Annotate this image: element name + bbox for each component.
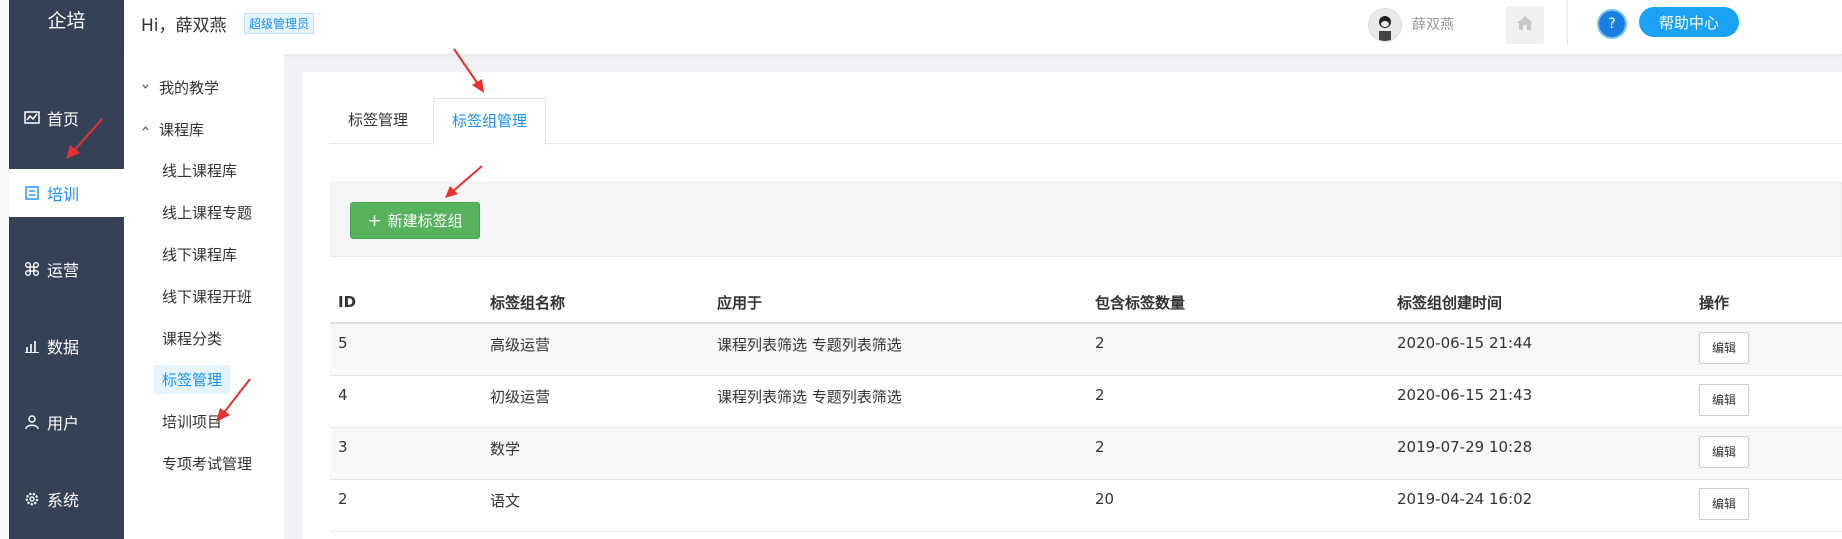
cell-created: 2019-07-29 10:28 xyxy=(1389,427,1691,480)
nav-item-label: 用户 xyxy=(47,414,80,433)
column-header-actions: 操作 xyxy=(1691,282,1842,324)
command-icon xyxy=(23,260,41,278)
subnav-group-my-teaching[interactable]: 我的教学 xyxy=(141,77,219,98)
home-icon xyxy=(1515,13,1535,37)
chevron-up-icon xyxy=(141,123,153,136)
subnav-item-online-topics[interactable]: 线上课程专题 xyxy=(154,198,260,227)
top-header: Hi，薛双燕 超级管理员 薛双燕 ? 帮助中心 xyxy=(124,0,1842,54)
tag-group-table: ID 标签组名称 应用于 包含标签数量 标签组创建时间 操作 5 高级运营 课程… xyxy=(330,282,1842,532)
cell-count: 2 xyxy=(1087,323,1389,376)
tab-tag-management[interactable]: 标签管理 xyxy=(330,98,426,142)
table-row: 3 数学 2 2019-07-29 10:28 编辑 xyxy=(330,427,1842,480)
subnav-group-label: 我的教学 xyxy=(159,79,220,97)
cell-actions: 编辑 xyxy=(1691,375,1842,428)
subnav-item-offline-classes[interactable]: 线下课程开班 xyxy=(154,282,260,311)
column-header-applied: 应用于 xyxy=(709,282,1087,324)
user-icon xyxy=(23,413,41,431)
column-header-id: ID xyxy=(330,282,482,324)
main-panel: 标签管理 标签组管理 + 新建标签组 ID 标签组名称 应用于 包含标签数量 标… xyxy=(302,72,1842,539)
subnav-item-exam-management[interactable]: 专项考试管理 xyxy=(154,449,260,478)
secondary-sidebar: 我的教学 课程库 线上课程库 线上课程专题 线下课程库 线下课程开班 课程分类 … xyxy=(124,54,284,539)
subnav-item-offline-courses[interactable]: 线下课程库 xyxy=(154,240,245,269)
home-button[interactable] xyxy=(1506,6,1544,44)
table-row: 4 初级运营 课程列表筛选 专题列表筛选 2 2020-06-15 21:43 … xyxy=(330,375,1842,428)
avatar[interactable] xyxy=(1368,8,1402,42)
nav-item-users[interactable]: 用户 xyxy=(9,398,124,446)
main-sidebar: 企培 首页 培训 运营 数据 用户 系统 xyxy=(0,0,124,539)
nav-item-home[interactable]: 首页 xyxy=(9,94,124,142)
tab-tag-group-management[interactable]: 标签组管理 xyxy=(433,98,547,145)
cell-actions: 编辑 xyxy=(1691,323,1842,376)
subnav-group-label: 课程库 xyxy=(159,121,205,139)
subnav-item-course-categories[interactable]: 课程分类 xyxy=(154,324,230,353)
nav-item-data[interactable]: 数据 xyxy=(9,322,124,370)
tab-bar: 标签管理 标签组管理 xyxy=(330,98,1842,145)
book-icon xyxy=(23,184,41,202)
chart-icon xyxy=(23,337,41,355)
cell-id: 2 xyxy=(330,479,482,532)
cell-name: 初级运营 xyxy=(482,375,709,428)
subnav-item-tag-management[interactable]: 标签管理 xyxy=(154,365,231,394)
subnav-item-training-projects[interactable]: 培训项目 xyxy=(154,407,230,436)
edit-button[interactable]: 编辑 xyxy=(1699,332,1749,364)
nav-item-operations[interactable]: 运营 xyxy=(9,245,124,293)
chevron-down-icon xyxy=(141,81,153,94)
cell-count: 2 xyxy=(1087,427,1389,480)
cell-name: 语文 xyxy=(482,479,709,532)
table-row: 2 语文 20 2019-04-24 16:02 编辑 xyxy=(330,479,1842,532)
cell-applied xyxy=(709,479,1087,532)
subnav-group-course-library[interactable]: 课程库 xyxy=(141,119,204,140)
cell-id: 3 xyxy=(330,427,482,480)
toolbar: + 新建标签组 xyxy=(330,182,1842,257)
new-tag-group-button[interactable]: + 新建标签组 xyxy=(350,202,480,239)
edit-button[interactable]: 编辑 xyxy=(1699,383,1749,416)
header-divider xyxy=(1567,0,1568,45)
sidebar-edge xyxy=(0,0,9,539)
cell-applied: 课程列表筛选 专题列表筛选 xyxy=(709,323,1087,376)
table-row: 5 高级运营 课程列表筛选 专题列表筛选 2 2020-06-15 21:44 … xyxy=(330,323,1842,376)
column-header-count: 包含标签数量 xyxy=(1087,282,1389,324)
plus-icon: + xyxy=(367,210,382,231)
cell-name: 高级运营 xyxy=(482,323,709,376)
nav-item-training[interactable]: 培训 xyxy=(9,169,124,217)
edit-button[interactable]: 编辑 xyxy=(1699,487,1749,520)
cell-id: 5 xyxy=(330,323,482,376)
nav-item-system[interactable]: 系统 xyxy=(9,475,124,523)
edit-button[interactable]: 编辑 xyxy=(1699,435,1749,468)
cell-name: 数学 xyxy=(482,427,709,480)
cell-applied xyxy=(709,427,1087,480)
cell-applied: 课程列表筛选 专题列表筛选 xyxy=(709,375,1087,428)
subnav-item-online-courses[interactable]: 线上课程库 xyxy=(154,156,245,185)
dashboard-icon xyxy=(23,109,41,127)
cell-count: 2 xyxy=(1087,375,1389,428)
nav-item-label: 运营 xyxy=(47,261,80,280)
role-badge: 超级管理员 xyxy=(244,13,315,34)
cell-count: 20 xyxy=(1087,479,1389,532)
table-header-row: ID 标签组名称 应用于 包含标签数量 标签组创建时间 操作 xyxy=(330,282,1842,324)
app-logo[interactable]: 企培 xyxy=(9,0,124,45)
new-tag-group-label: 新建标签组 xyxy=(387,212,463,230)
cell-created: 2020-06-15 21:43 xyxy=(1389,375,1691,428)
cell-id: 4 xyxy=(330,375,482,428)
cell-actions: 编辑 xyxy=(1691,427,1842,480)
cell-created: 2019-04-24 16:02 xyxy=(1389,479,1691,532)
column-header-name: 标签组名称 xyxy=(482,282,709,324)
help-icon[interactable]: ? xyxy=(1597,9,1627,39)
help-center-button[interactable]: 帮助中心 xyxy=(1639,7,1739,37)
nav-item-label: 培训 xyxy=(47,185,80,204)
column-header-created: 标签组创建时间 xyxy=(1389,282,1691,324)
greeting-text: Hi，薛双燕 xyxy=(141,16,227,36)
cell-actions: 编辑 xyxy=(1691,479,1842,532)
nav-item-label: 数据 xyxy=(47,338,80,357)
cell-created: 2020-06-15 21:44 xyxy=(1389,323,1691,376)
username-label[interactable]: 薛双燕 xyxy=(1412,14,1454,34)
gear-icon xyxy=(23,490,41,508)
nav-item-label: 首页 xyxy=(47,110,80,129)
nav-item-label: 系统 xyxy=(47,491,80,510)
